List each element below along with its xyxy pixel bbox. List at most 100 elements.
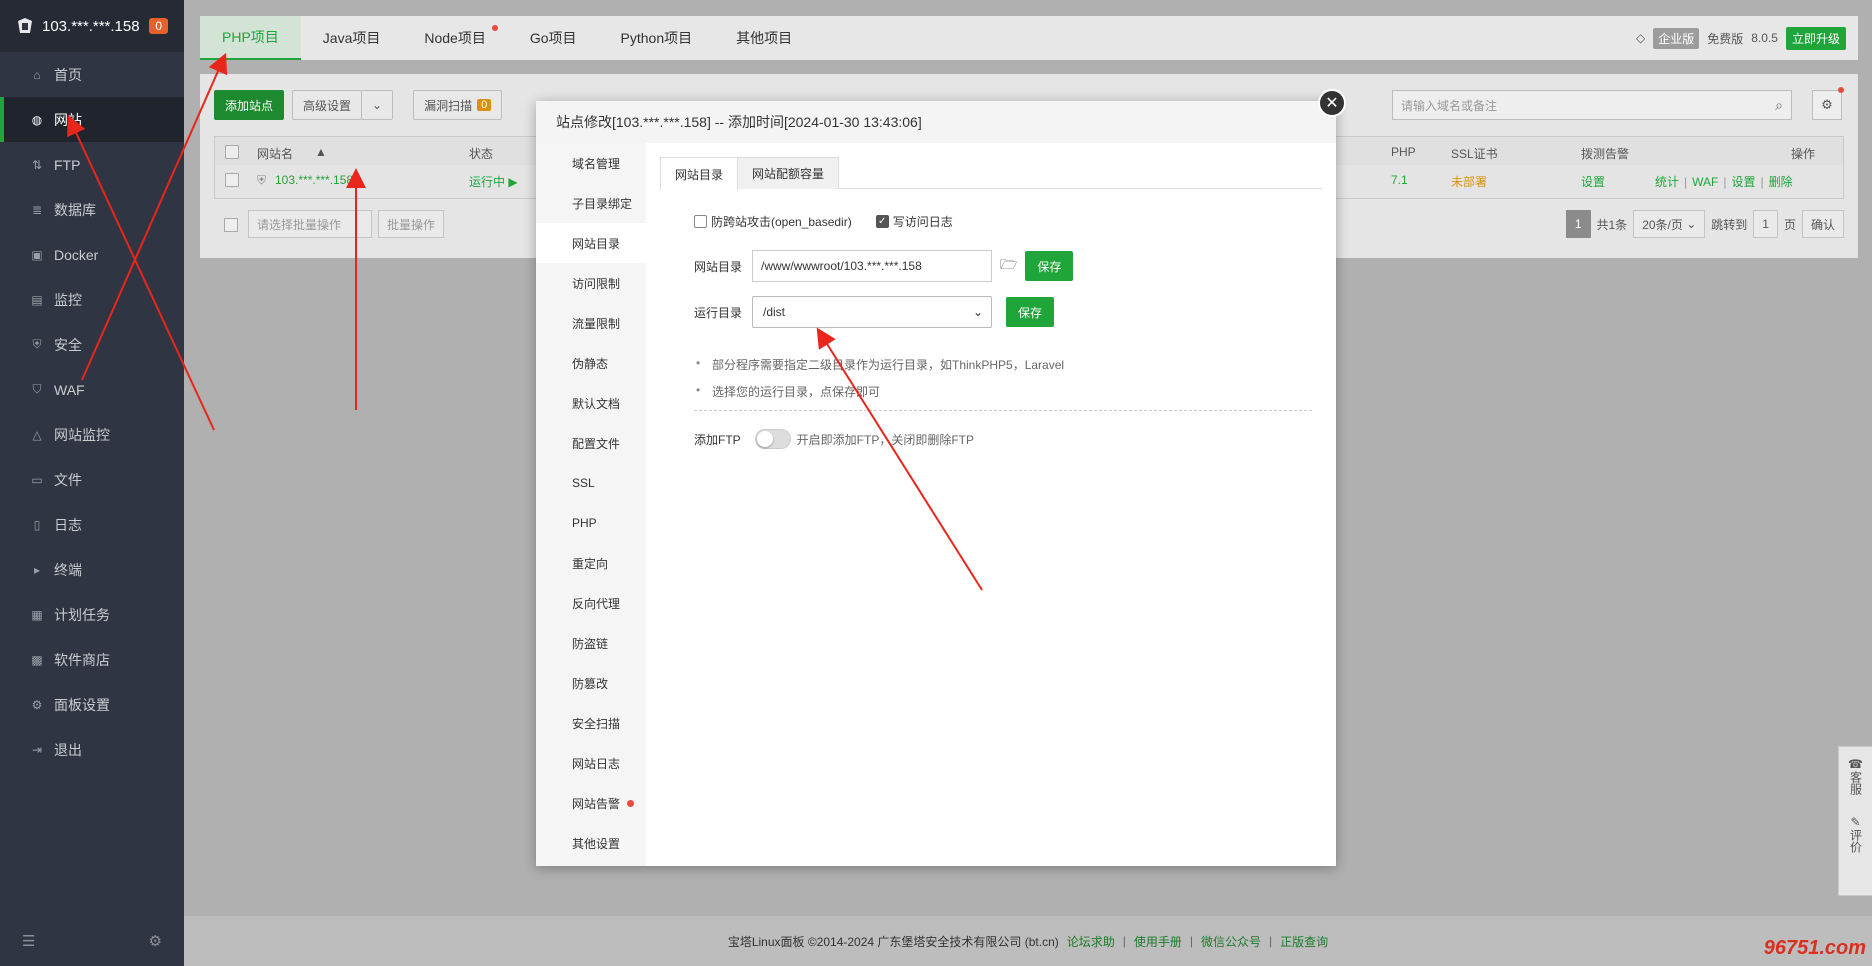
modal-nav-item[interactable]: 重定向 bbox=[536, 543, 646, 583]
customer-service-button[interactable]: ☎ 客服 bbox=[1848, 757, 1863, 795]
batch-select[interactable]: 请选择批量操作 bbox=[248, 210, 372, 238]
alert-setting-link[interactable]: 设置 bbox=[1581, 173, 1605, 190]
version-label: 8.0.5 bbox=[1751, 31, 1778, 45]
forum-link[interactable]: 论坛求助 bbox=[1067, 933, 1115, 950]
advanced-dropdown-button[interactable]: ⌄ bbox=[361, 90, 394, 120]
modal-nav-item[interactable]: 配置文件 bbox=[536, 423, 646, 463]
site-dir-input[interactable]: /www/wwwroot/103.***.***.158 bbox=[752, 250, 992, 282]
sidebar-item[interactable]: ▩ 软件商店 bbox=[0, 637, 184, 682]
server-ip[interactable]: 103.***.***.158 bbox=[42, 18, 149, 35]
modal-nav-item[interactable]: 网站日志 bbox=[536, 743, 646, 783]
site-status[interactable]: 运行中 ▶ bbox=[469, 173, 518, 190]
run-dir-save-button[interactable]: 保存 bbox=[1006, 297, 1055, 327]
project-tab[interactable]: Java项目 bbox=[301, 16, 403, 60]
sidebar-item[interactable]: ≣ 数据库 bbox=[0, 187, 184, 232]
close-icon[interactable]: ✕ bbox=[1318, 89, 1346, 117]
modal-nav-item[interactable]: 伪静态 bbox=[536, 343, 646, 383]
select-all-checkbox[interactable] bbox=[225, 145, 239, 159]
tab-site-dir[interactable]: 网站目录 bbox=[660, 157, 739, 190]
modal-nav-item[interactable]: 网站告警 bbox=[536, 783, 646, 823]
diamond-icon: ◇ bbox=[1636, 31, 1646, 45]
feedback-button[interactable]: ✎ 评价 bbox=[1849, 815, 1863, 853]
run-dir-select[interactable]: /dist ⌄ bbox=[752, 296, 992, 328]
op-delete-link[interactable]: 删除 bbox=[1769, 175, 1793, 189]
project-tab[interactable]: Node项目 bbox=[402, 16, 507, 60]
site-dir-save-button[interactable]: 保存 bbox=[1025, 251, 1074, 281]
batch-op-button[interactable]: 批量操作 bbox=[378, 210, 445, 238]
project-tab[interactable]: 其他项目 bbox=[714, 16, 814, 60]
page-size-select[interactable]: 20条/页 ⌄ bbox=[1633, 210, 1706, 238]
folder-open-icon[interactable]: 🗁 bbox=[1000, 254, 1017, 278]
modal-nav-item[interactable]: PHP bbox=[536, 503, 646, 543]
ssl-status[interactable]: 未部署 bbox=[1451, 173, 1487, 190]
sidebar-item[interactable]: ▯ 日志 bbox=[0, 502, 184, 547]
op-waf-link[interactable]: WAF bbox=[1692, 175, 1718, 189]
modal-nav-item[interactable]: 反向代理 bbox=[536, 583, 646, 623]
jump-confirm-button[interactable]: 确认 bbox=[1801, 210, 1844, 238]
col-status[interactable]: 状态 bbox=[469, 145, 493, 162]
sidebar-item[interactable]: ⇅ FTP bbox=[0, 142, 184, 187]
modal-nav-item[interactable]: 防篡改 bbox=[536, 663, 646, 703]
project-tab[interactable]: Python项目 bbox=[599, 16, 715, 60]
notification-badge[interactable]: 0 bbox=[149, 18, 168, 34]
sidebar-item[interactable]: ⛨ 安全 bbox=[0, 322, 184, 367]
manual-link[interactable]: 使用手册 bbox=[1134, 933, 1182, 950]
page-1-button[interactable]: 1 bbox=[1565, 210, 1591, 238]
vuln-scan-button[interactable]: 漏洞扫描 0 bbox=[413, 90, 503, 120]
modal-nav-item[interactable]: 防盗链 bbox=[536, 623, 646, 663]
modal-nav-item[interactable]: 访问限制 bbox=[536, 263, 646, 303]
modal-nav-item[interactable]: 安全扫描 bbox=[536, 703, 646, 743]
collapse-menu-icon[interactable]: ☰ bbox=[22, 932, 35, 950]
modal-nav-item[interactable]: SSL bbox=[536, 463, 646, 503]
open-basedir-checkbox[interactable]: 防跨站攻击(open_basedir) bbox=[694, 213, 852, 230]
modal-nav-item[interactable]: 默认文档 bbox=[536, 383, 646, 423]
modal-nav-item[interactable]: 子目录绑定 bbox=[536, 183, 646, 223]
sidebar-item[interactable]: ▦ 计划任务 bbox=[0, 592, 184, 637]
sidebar-item[interactable]: ▭ 文件 bbox=[0, 457, 184, 502]
project-tab[interactable]: Go项目 bbox=[508, 16, 599, 60]
advanced-settings-button[interactable]: 高级设置 bbox=[292, 90, 363, 120]
footer-select-checkbox[interactable] bbox=[224, 218, 238, 232]
row-checkbox[interactable] bbox=[225, 173, 239, 187]
search-icon[interactable]: ⌕ bbox=[1775, 97, 1783, 114]
table-settings-button[interactable]: ⚙ bbox=[1812, 87, 1844, 120]
access-log-checkbox[interactable]: ✓ 写访问日志 bbox=[875, 213, 953, 230]
modal-nav-item[interactable]: 网站目录 bbox=[536, 223, 646, 263]
op-stats-link[interactable]: 统计 bbox=[1655, 175, 1679, 189]
sidebar-item[interactable]: ▣ Docker bbox=[0, 232, 184, 277]
modal-nav-label: 伪静态 bbox=[572, 356, 609, 371]
page-footer: 宝塔Linux面板 ©2014-2024 广东堡塔安全技术有限公司 (bt.cn… bbox=[184, 916, 1872, 966]
upgrade-button[interactable]: 立即升级 bbox=[1785, 26, 1846, 50]
wechat-link[interactable]: 微信公众号 bbox=[1201, 933, 1261, 950]
sort-asc-icon[interactable]: ▲ bbox=[315, 145, 327, 159]
ftp-toggle[interactable] bbox=[754, 429, 791, 449]
bt-logo-icon bbox=[18, 18, 32, 33]
sidebar-item[interactable]: ▤ 监控 bbox=[0, 277, 184, 322]
site-name-link[interactable]: 103.***.***.158 bbox=[275, 173, 353, 187]
col-site-name[interactable]: 网站名 bbox=[257, 145, 293, 162]
modal-nav-item[interactable]: 流量限制 bbox=[536, 303, 646, 343]
sidebar-item[interactable]: ⚙ 面板设置 bbox=[0, 682, 184, 727]
project-tab[interactable]: PHP项目 bbox=[200, 16, 301, 60]
license-link[interactable]: 正版查询 bbox=[1280, 933, 1328, 950]
divider bbox=[694, 410, 1312, 411]
site-search-input[interactable]: 请输入域名或备注 ⌕ bbox=[1392, 90, 1792, 120]
settings-gear-icon[interactable]: ⚙ bbox=[149, 932, 162, 950]
op-settings-link[interactable]: 设置 bbox=[1731, 175, 1755, 189]
tab-site-quota[interactable]: 网站配额容量 bbox=[737, 157, 840, 189]
add-site-button[interactable]: 添加站点 bbox=[214, 90, 285, 120]
sidebar-item-label: 网站监控 bbox=[54, 426, 110, 443]
modal-nav-item[interactable]: 其他设置 bbox=[536, 823, 646, 863]
sidebar-item[interactable]: ▸ 终端 bbox=[0, 547, 184, 592]
sidebar-item[interactable]: ◍ 网站 bbox=[0, 97, 184, 142]
modal-nav-label: SSL bbox=[572, 476, 595, 490]
sidebar-item[interactable]: ⌂ 首页 bbox=[0, 52, 184, 97]
enterprise-label[interactable]: 企业版 bbox=[1653, 27, 1700, 49]
sidebar-item[interactable]: △ 网站监控 bbox=[0, 412, 184, 457]
modal-nav-item[interactable]: 域名管理 bbox=[536, 143, 646, 183]
sidebar-item[interactable]: ⇥ 退出 bbox=[0, 727, 184, 772]
jump-page-input[interactable]: 1 bbox=[1753, 210, 1778, 238]
page-unit: 页 bbox=[1783, 217, 1796, 232]
php-version[interactable]: 7.1 bbox=[1391, 173, 1408, 187]
sidebar-item[interactable]: ⛉ WAF bbox=[0, 367, 184, 412]
